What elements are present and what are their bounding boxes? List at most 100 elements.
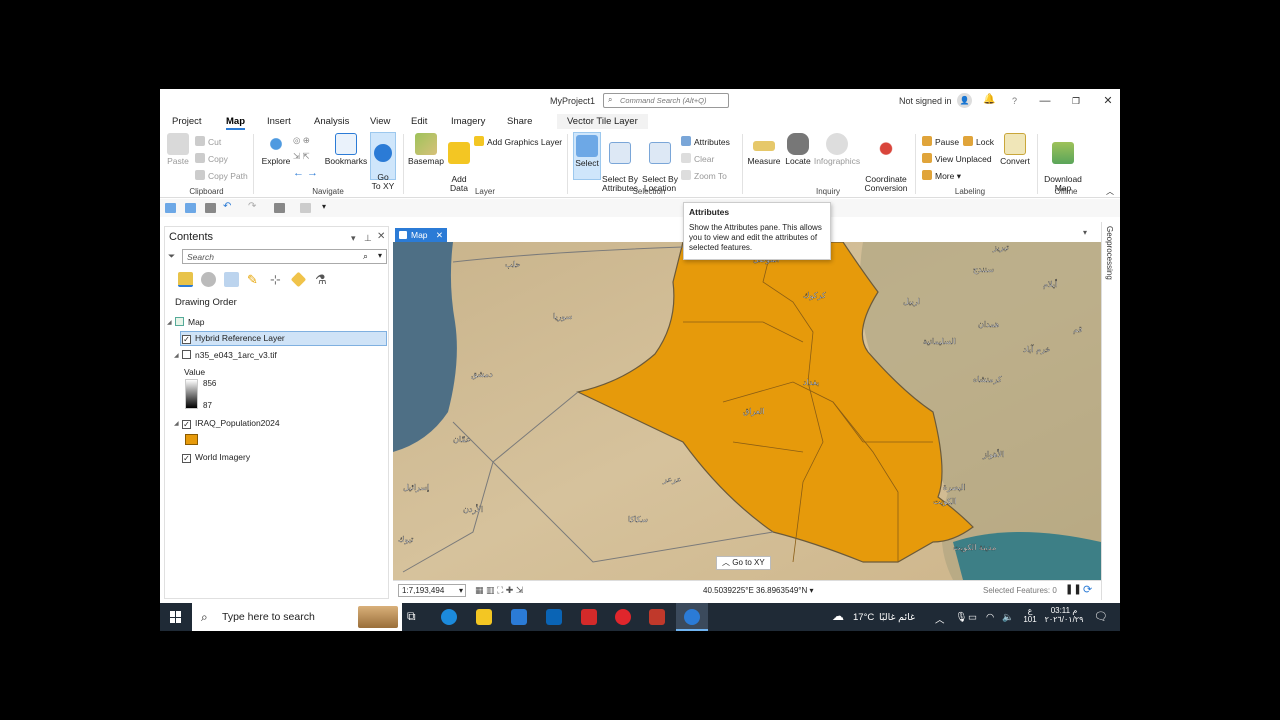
close-pane-icon[interactable]: ✕ bbox=[377, 231, 385, 242]
list-by-snapping-icon[interactable]: ⊹ bbox=[270, 272, 285, 287]
open-project-icon[interactable] bbox=[185, 203, 196, 213]
select-by-attributes-button[interactable]: Select By Attributes bbox=[601, 133, 639, 193]
contents-search-input[interactable]: Search ⌕ ▾ bbox=[182, 249, 387, 264]
full-extent-icon[interactable]: ◎ ⊕ bbox=[293, 135, 310, 146]
select-by-location-button[interactable]: Select By Location bbox=[641, 133, 679, 193]
paste-button[interactable]: Paste bbox=[165, 133, 191, 166]
tab-insert[interactable]: Insert bbox=[267, 116, 291, 127]
measure-button[interactable]: Measure bbox=[746, 133, 782, 166]
previous-next-extent-icon[interactable]: ← → bbox=[293, 167, 318, 179]
weather-cloud-icon[interactable]: ☁ bbox=[832, 609, 844, 623]
tray-overflow-icon[interactable]: ︿ bbox=[935, 612, 945, 626]
coordinate-conversion-button[interactable]: Coordinate Conversion bbox=[863, 133, 909, 193]
copy-button[interactable]: Copy bbox=[195, 153, 228, 164]
selected-features-count[interactable]: Selected Features: 0 bbox=[983, 586, 1057, 595]
copy-path-button[interactable]: Copy Path bbox=[195, 170, 248, 181]
goto-xy-button[interactable]: ︿ Go to XY bbox=[716, 556, 771, 570]
layer-world-imagery[interactable]: ✓ World Imagery bbox=[182, 452, 250, 463]
edge-browser-icon[interactable] bbox=[441, 609, 457, 625]
task-view-icon[interactable]: ⧉ bbox=[407, 609, 423, 625]
close-tab-icon[interactable]: ✕ bbox=[436, 228, 443, 242]
map-canvas[interactable]: سوريا العراق بغداد كركوك دمشق عمّان إسرا… bbox=[393, 242, 1101, 580]
volume-icon[interactable]: 🔈 bbox=[1002, 612, 1014, 623]
list-by-selection-icon[interactable] bbox=[224, 272, 239, 287]
list-by-drawing-order-icon[interactable] bbox=[178, 272, 193, 287]
expand-map-icon[interactable]: ◢ bbox=[167, 319, 172, 326]
opera-browser-icon[interactable] bbox=[615, 609, 631, 625]
clock[interactable]: 03:11 م ٢٠٢٦/٠١/٢٩ bbox=[1044, 606, 1084, 624]
geoprocessing-side-tab[interactable]: Geoprocessing bbox=[1101, 222, 1120, 600]
tab-vector-tile-layer[interactable]: Vector Tile Layer bbox=[557, 114, 648, 129]
recorder-app-icon[interactable] bbox=[581, 609, 597, 625]
download-map-button[interactable]: Download Map bbox=[1042, 133, 1084, 193]
bookmarks-button[interactable]: Bookmarks bbox=[323, 133, 369, 166]
list-by-labeling-icon[interactable] bbox=[290, 271, 307, 288]
project-view-icon[interactable] bbox=[274, 203, 285, 213]
layer-checkbox[interactable]: ✓ bbox=[182, 420, 191, 429]
list-by-perspective-icon[interactable]: ⚗ bbox=[315, 272, 330, 287]
basemap-button[interactable]: Basemap bbox=[406, 133, 446, 166]
cut-button[interactable]: Cut bbox=[195, 136, 221, 147]
fixed-zoom-icon[interactable]: ⇲ ⇱ bbox=[293, 151, 310, 162]
tab-imagery[interactable]: Imagery bbox=[451, 116, 485, 127]
list-by-data-source-icon[interactable] bbox=[201, 272, 216, 287]
map-node[interactable]: Map bbox=[175, 317, 205, 327]
weather-temperature[interactable]: 17°C bbox=[853, 612, 874, 623]
view-unplaced-button[interactable]: View Unplaced bbox=[922, 153, 992, 164]
select-button[interactable]: Select bbox=[573, 132, 601, 180]
arcgis-pro-taskbar-button[interactable] bbox=[676, 603, 708, 631]
clear-selection-button[interactable]: Clear bbox=[681, 153, 714, 164]
polygon-symbol-swatch[interactable] bbox=[185, 434, 198, 445]
file-explorer-icon[interactable] bbox=[476, 609, 492, 625]
microsoft-store-icon[interactable] bbox=[511, 609, 527, 625]
undo-icon[interactable]: ↶ bbox=[223, 201, 234, 212]
tab-analysis[interactable]: Analysis bbox=[314, 116, 349, 127]
scale-combobox[interactable]: 1:7,193,494 ▾ bbox=[398, 584, 466, 597]
explore-button[interactable]: Explore bbox=[260, 133, 292, 166]
map-tools-icons[interactable]: ▦ ▥ ⛶ ✚ ⇲ bbox=[475, 585, 523, 596]
notification-bell-icon[interactable]: 🔔 bbox=[983, 94, 995, 105]
minimize-button[interactable]: — bbox=[1035, 93, 1055, 109]
collapse-ribbon-icon[interactable]: ︿ bbox=[1106, 186, 1114, 197]
layer-checkbox[interactable]: ✓ bbox=[182, 335, 191, 344]
attributes-button[interactable]: Attributes bbox=[681, 136, 730, 147]
qat-dropdown-icon[interactable]: ▾ bbox=[322, 202, 333, 212]
taskbar-search-input[interactable]: ⌕ Type here to search bbox=[192, 603, 402, 631]
tab-edit[interactable]: Edit bbox=[411, 116, 427, 127]
close-button[interactable]: ✕ bbox=[1098, 93, 1118, 109]
chevron-down-icon[interactable]: ▾ bbox=[1083, 228, 1087, 237]
zoom-to-selection-button[interactable]: Zoom To bbox=[681, 170, 727, 181]
refresh-icon[interactable]: ⟳ bbox=[1083, 583, 1092, 596]
weather-description[interactable]: غائم غالبًا bbox=[879, 612, 915, 623]
map-view[interactable]: Map ✕ ▾ سوريا العراق بغداد كركوك دمشق عم… bbox=[393, 226, 1101, 599]
add-graphics-layer-button[interactable]: Add Graphics Layer bbox=[474, 136, 562, 147]
tab-share[interactable]: Share bbox=[507, 116, 532, 127]
maximize-button[interactable]: ❐ bbox=[1066, 93, 1086, 109]
pane-options-icon[interactable]: ▾ bbox=[351, 233, 356, 244]
locate-button[interactable]: Locate bbox=[783, 133, 813, 166]
microphone-icon[interactable]: 🎙 bbox=[955, 612, 967, 623]
lock-labels-button[interactable]: Lock bbox=[963, 136, 994, 147]
layer-checkbox[interactable] bbox=[182, 350, 191, 359]
infographics-button[interactable]: Infographics bbox=[813, 133, 861, 166]
expand-layer-icon[interactable]: ◢ bbox=[174, 352, 179, 359]
filter-icon[interactable]: ⏷ bbox=[168, 251, 175, 262]
tab-view[interactable]: View bbox=[370, 116, 390, 127]
command-search-input[interactable]: ⌕ Command Search (Alt+Q) bbox=[603, 93, 729, 108]
save-icon[interactable] bbox=[205, 203, 216, 213]
more-labeling-button[interactable]: More ▾ bbox=[922, 170, 961, 182]
tab-project[interactable]: Project bbox=[172, 116, 202, 127]
layer-checkbox[interactable]: ✓ bbox=[182, 454, 191, 463]
redo-icon[interactable]: ↷ bbox=[248, 201, 259, 212]
notifications-icon[interactable]: 🗨 bbox=[1094, 610, 1108, 623]
signin-status[interactable]: Not signed in bbox=[899, 96, 952, 106]
tab-map[interactable]: Map bbox=[226, 116, 245, 130]
input-language-indicator[interactable]: ع 101 bbox=[1023, 606, 1037, 624]
layer-iraq-population[interactable]: ✓ IRAQ_Population2024 bbox=[182, 418, 280, 429]
layer-hybrid-reference[interactable]: ✓ Hybrid Reference Layer bbox=[182, 333, 285, 344]
expand-layer-icon[interactable]: ◢ bbox=[174, 420, 179, 427]
goto-xy-button[interactable]: Go To XY bbox=[370, 132, 396, 191]
windows-start-icon[interactable] bbox=[170, 611, 182, 623]
pdf-app-icon[interactable] bbox=[649, 609, 665, 625]
list-by-editing-icon[interactable]: ✎ bbox=[247, 272, 262, 287]
